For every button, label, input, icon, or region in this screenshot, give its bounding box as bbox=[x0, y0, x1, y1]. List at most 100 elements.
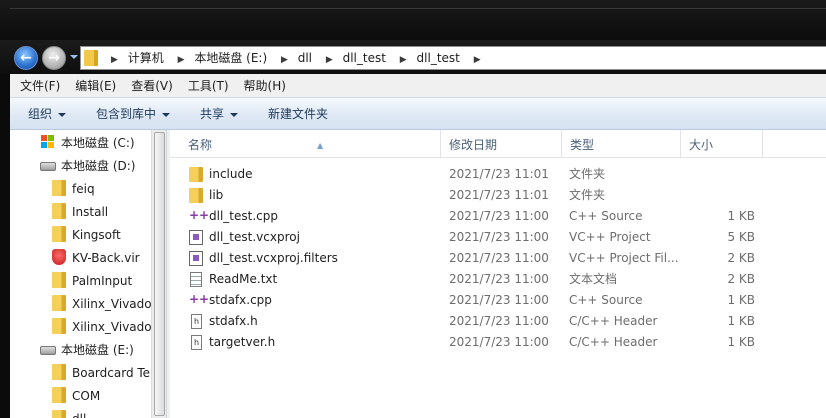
file-date: 2021/7/23 11:00 bbox=[449, 272, 549, 286]
breadcrumb: ▶ 计算机 ▶ 本地磁盘 (E:) ▶ dll ▶ dll_test ▶ dll… bbox=[105, 47, 487, 69]
sort-ascending-icon: ▲ bbox=[317, 141, 324, 150]
new-folder-label: 新建文件夹 bbox=[268, 107, 329, 121]
menu-edit[interactable]: 编辑(E) bbox=[70, 74, 121, 98]
new-folder-button[interactable]: 新建文件夹 bbox=[268, 98, 328, 130]
cpp-file-icon: ++ bbox=[189, 208, 210, 222]
forward-button[interactable]: → bbox=[42, 46, 66, 70]
file-name: stdafx.cpp bbox=[209, 293, 272, 307]
file-size: 1 KB bbox=[727, 314, 755, 328]
breadcrumb-item[interactable]: dll_test bbox=[343, 47, 386, 69]
nav-item-xilinx-2[interactable]: Xilinx_Vivado_ bbox=[52, 316, 151, 339]
file-type: 文件夹 bbox=[569, 167, 606, 181]
nav-item-label: Kingsoft bbox=[72, 228, 121, 242]
folder-icon bbox=[52, 180, 66, 196]
vcxproj-file-icon bbox=[189, 230, 203, 245]
column-header-size[interactable]: 大小 bbox=[681, 130, 763, 158]
window-frame-edge bbox=[10, 8, 826, 9]
breadcrumb-item[interactable]: dll_test bbox=[417, 47, 460, 69]
file-row[interactable]: ReadMe.txt 2021/7/23 11:00 文本文档 2 KB bbox=[170, 269, 826, 290]
breadcrumb-item[interactable]: 计算机 bbox=[128, 47, 164, 69]
nav-item-install[interactable]: Install bbox=[52, 201, 151, 224]
nav-item-label: Install bbox=[72, 205, 109, 219]
nav-item-drive-c[interactable]: 本地磁盘 (C:) bbox=[40, 132, 135, 155]
file-row[interactable]: lib 2021/7/23 11:01 文件夹 bbox=[170, 185, 826, 206]
share-label: 共享 bbox=[200, 107, 225, 121]
column-header-date[interactable]: 修改日期 bbox=[441, 130, 562, 158]
file-date: 2021/7/23 11:00 bbox=[449, 251, 549, 265]
file-date: 2021/7/23 11:00 bbox=[449, 314, 549, 328]
file-row[interactable]: dll_test.vcxproj.filters 2021/7/23 11:00… bbox=[170, 248, 826, 269]
address-row: ← → ▶ 计算机 ▶ 本地磁盘 (E:) ▶ dll ▶ dll_test ▶… bbox=[0, 40, 826, 74]
chevron-down-icon bbox=[162, 112, 171, 117]
navigation-scrollbar[interactable] bbox=[151, 130, 166, 418]
nav-item-drive-d[interactable]: 本地磁盘 (D:) bbox=[40, 155, 135, 178]
include-in-library-button[interactable]: 包含到库中 bbox=[96, 98, 171, 130]
menu-file[interactable]: 文件(F) bbox=[15, 74, 65, 98]
menu-view[interactable]: 查看(V) bbox=[126, 74, 178, 98]
file-name: dll_test.cpp bbox=[209, 209, 278, 223]
nav-item-kingsoft[interactable]: Kingsoft bbox=[52, 224, 151, 247]
nav-item-label: Boardcard Te bbox=[72, 366, 151, 380]
chevron-right-icon[interactable]: ▶ bbox=[400, 49, 407, 71]
header-file-icon: h bbox=[191, 335, 202, 350]
file-type: 文本文档 bbox=[569, 272, 618, 286]
navigation-pane: 本地磁盘 (C:) 本地磁盘 (D:) feiq Install Kingsof… bbox=[10, 130, 166, 418]
file-date: 2021/7/23 11:01 bbox=[449, 167, 549, 181]
chevron-right-icon[interactable]: ▶ bbox=[326, 49, 333, 71]
column-header-name[interactable]: 名称 ▲ bbox=[180, 130, 441, 158]
chevron-right-icon[interactable]: ▶ bbox=[178, 49, 185, 71]
address-bar[interactable]: ▶ 计算机 ▶ 本地磁盘 (E:) ▶ dll ▶ dll_test ▶ dll… bbox=[80, 46, 826, 70]
cpp-file-icon: ++ bbox=[189, 292, 210, 306]
chevron-right-icon[interactable]: ▶ bbox=[111, 49, 118, 71]
nav-item-kv-back[interactable]: KV-Back.vir bbox=[52, 247, 151, 270]
nav-item-dll[interactable]: dll bbox=[52, 408, 151, 418]
folder-icon bbox=[189, 188, 203, 203]
file-type: VC++ Project bbox=[569, 230, 651, 244]
file-name: include bbox=[209, 167, 253, 181]
file-row[interactable]: include 2021/7/23 11:01 文件夹 bbox=[170, 164, 826, 185]
file-row[interactable]: ++ stdafx.cpp 2021/7/23 11:00 C++ Source… bbox=[170, 290, 826, 311]
file-type: C/C++ Header bbox=[569, 314, 658, 328]
recent-pages-dropdown-icon[interactable] bbox=[70, 55, 78, 59]
folder-icon bbox=[84, 50, 98, 66]
file-type: 文件夹 bbox=[569, 188, 606, 202]
file-row[interactable]: ++ dll_test.cpp 2021/7/23 11:00 C++ Sour… bbox=[170, 206, 826, 227]
scrollbar-thumb[interactable] bbox=[154, 132, 165, 416]
file-name: dll_test.vcxproj bbox=[209, 230, 300, 244]
window-titlebar bbox=[0, 0, 826, 40]
organize-button[interactable]: 组织 bbox=[28, 98, 67, 130]
column-header-row: 名称 ▲ 修改日期 类型 大小 bbox=[170, 130, 826, 158]
organize-label: 组织 bbox=[28, 107, 53, 121]
share-button[interactable]: 共享 bbox=[200, 98, 239, 130]
back-button[interactable]: ← bbox=[14, 46, 38, 70]
nav-item-feiq[interactable]: feiq bbox=[52, 178, 151, 201]
chevron-right-icon[interactable]: ▶ bbox=[281, 49, 288, 71]
menu-help[interactable]: 帮助(H) bbox=[239, 74, 291, 98]
folder-icon bbox=[52, 203, 66, 219]
file-row[interactable]: h stdafx.h 2021/7/23 11:00 C/C++ Header … bbox=[170, 311, 826, 332]
nav-item-drive-e[interactable]: 本地磁盘 (E:) bbox=[40, 339, 134, 362]
nav-item-com[interactable]: COM bbox=[52, 385, 151, 408]
folder-icon bbox=[52, 410, 66, 418]
nav-item-palminput[interactable]: PalmInput bbox=[52, 270, 151, 293]
breadcrumb-item[interactable]: 本地磁盘 (E:) bbox=[194, 47, 267, 69]
system-drive-icon bbox=[40, 135, 56, 149]
file-size: 1 KB bbox=[727, 293, 755, 307]
folder-icon bbox=[52, 387, 66, 403]
file-size: 1 KB bbox=[727, 209, 755, 223]
nav-item-xilinx-1[interactable]: Xilinx_Vivado_ bbox=[52, 293, 151, 316]
file-row[interactable]: dll_test.vcxproj 2021/7/23 11:00 VC++ Pr… bbox=[170, 227, 826, 248]
breadcrumb-item[interactable]: dll bbox=[298, 47, 312, 69]
folder-icon bbox=[52, 295, 66, 311]
column-header-type-label: 类型 bbox=[570, 138, 595, 152]
header-file-icon: h bbox=[191, 314, 202, 329]
chevron-right-icon[interactable]: ▶ bbox=[474, 49, 481, 71]
file-row[interactable]: h targetver.h 2021/7/23 11:00 C/C++ Head… bbox=[170, 332, 826, 353]
vcxproj-filters-file-icon bbox=[189, 251, 203, 266]
column-header-type[interactable]: 类型 bbox=[562, 130, 681, 158]
nav-item-label: dll bbox=[72, 412, 86, 418]
menu-tools[interactable]: 工具(T) bbox=[183, 74, 234, 98]
nav-item-label: 本地磁盘 (E:) bbox=[61, 343, 134, 357]
nav-item-boardcard[interactable]: Boardcard Te bbox=[52, 362, 151, 385]
file-date: 2021/7/23 11:00 bbox=[449, 209, 549, 223]
